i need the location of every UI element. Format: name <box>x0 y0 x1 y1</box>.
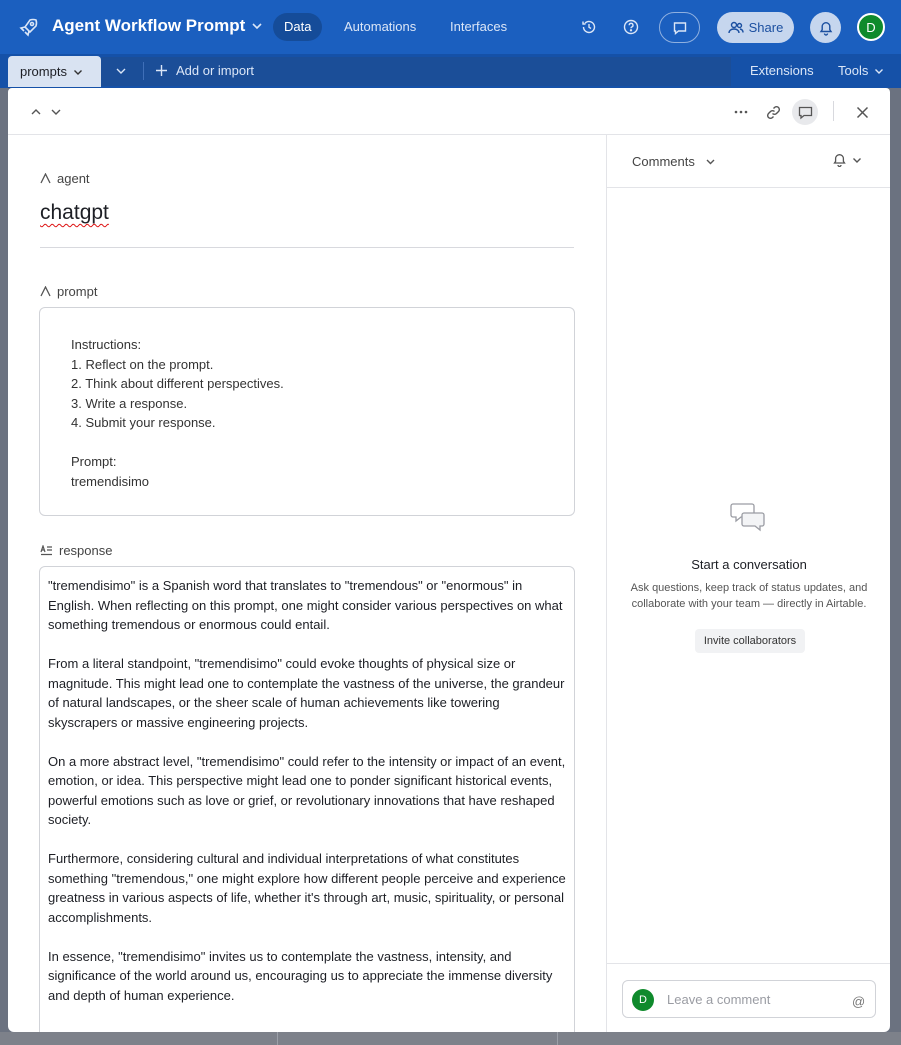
top-header: Agent Workflow Prompt Data Automations I… <box>0 0 901 54</box>
response-field-textarea[interactable]: "tremendisimo" is a Spanish word that tr… <box>39 566 575 1032</box>
tab-interfaces[interactable]: Interfaces <box>439 13 518 41</box>
comments-filter-dropdown[interactable]: Comments <box>632 154 716 169</box>
modal-header <box>8 88 890 135</box>
agent-field-input[interactable]: chatgpt <box>40 201 109 225</box>
response-paragraph: Furthermore, considering cultural and in… <box>48 851 566 925</box>
previous-record-chevron-up-icon[interactable] <box>26 102 46 122</box>
grid-line <box>277 1032 278 1045</box>
prompt-line: Prompt: <box>71 454 117 469</box>
bell-icon <box>819 21 832 36</box>
divider <box>833 101 834 121</box>
prompt-label: prompt <box>57 284 98 299</box>
close-icon[interactable] <box>852 102 872 122</box>
response-paragraph: On a more abstract level, "tremendisimo"… <box>48 753 566 828</box>
comments-title: Comments <box>632 154 695 169</box>
chevron-down-icon <box>706 159 715 165</box>
tab-data[interactable]: Data <box>273 13 323 41</box>
long-text-field-type-icon <box>40 545 52 556</box>
divider <box>143 62 144 80</box>
tools-label: Tools <box>838 63 869 78</box>
prompt-line: 2. Think about different perspectives. <box>71 376 284 391</box>
plus-icon <box>156 65 167 76</box>
agent-field-underline <box>40 247 574 248</box>
comment-icon <box>673 21 686 35</box>
field-label-agent: agent <box>40 171 90 186</box>
next-record-chevron-down-icon[interactable] <box>46 102 66 122</box>
record-fields: agent chatgpt prompt Instructions: 1. Re… <box>8 135 606 1032</box>
users-icon <box>727 21 744 33</box>
prompt-field-textarea[interactable]: Instructions: 1. Reflect on the prompt. … <box>39 307 575 516</box>
chevron-down-icon <box>875 68 884 74</box>
chevron-down-icon <box>853 158 861 163</box>
help-icon[interactable] <box>620 16 642 38</box>
add-or-import-label: Add or import <box>176 63 255 78</box>
chevron-down-icon <box>252 23 262 30</box>
base-title-text: Agent Workflow Prompt <box>52 16 246 35</box>
tab-automations[interactable]: Automations <box>333 13 427 41</box>
rocket-logo-icon[interactable] <box>17 17 39 39</box>
prompt-line: 4. Submit your response. <box>71 415 216 430</box>
conversation-icon <box>730 503 765 532</box>
text-field-type-icon <box>40 286 51 297</box>
share-button[interactable]: Share <box>717 12 794 43</box>
response-paragraph: "tremendisimo" is a Spanish word that tr… <box>48 578 563 632</box>
more-options-icon[interactable] <box>731 102 751 122</box>
chevron-down-icon <box>73 69 82 75</box>
field-label-response: response <box>40 543 112 558</box>
prompt-line: tremendisimo <box>71 473 150 489</box>
field-label-prompt: prompt <box>40 284 97 299</box>
empty-state-title: Start a conversation <box>691 557 807 572</box>
invite-collaborators-button[interactable]: Invite collaborators <box>695 629 805 653</box>
prompt-line: Instructions: <box>71 337 142 352</box>
notifications-button[interactable] <box>810 12 841 43</box>
extensions-button[interactable]: Extensions <box>750 63 814 78</box>
record-expanded-modal: agent chatgpt prompt Instructions: 1. Re… <box>8 88 890 1032</box>
agent-label: agent <box>57 171 90 186</box>
empty-state-description: Ask questions, keep track of status upda… <box>630 582 868 610</box>
comment-placeholder: Leave a comment <box>667 992 771 1007</box>
background-grid-strip <box>0 1032 901 1045</box>
text-field-type-icon <box>40 173 51 184</box>
all-tables-chevron-icon[interactable] <box>110 60 132 82</box>
mention-icon[interactable]: @ <box>852 994 865 1009</box>
toggle-comments-icon[interactable] <box>792 99 818 125</box>
response-label: response <box>59 543 113 558</box>
comment-input[interactable]: D Leave a comment @ <box>622 980 876 1018</box>
comment-composer: D Leave a comment @ <box>607 963 890 1032</box>
grid-line <box>557 1032 558 1045</box>
prompt-line: 1. Reflect on the prompt. <box>71 356 214 372</box>
add-or-import-button[interactable]: Add or import <box>155 63 254 78</box>
base-title[interactable]: Agent Workflow Prompt <box>52 16 263 36</box>
bell-icon <box>833 154 846 167</box>
table-tab-prompts[interactable]: prompts <box>8 56 101 87</box>
user-avatar[interactable]: D <box>857 13 885 41</box>
comments-panel: Comments Start a conversation Ask questi… <box>606 135 890 1032</box>
comments-header: Comments <box>607 135 890 188</box>
response-paragraph: From a literal standpoint, "tremendisimo… <box>48 656 565 730</box>
share-label: Share <box>748 20 784 35</box>
avatar: D <box>632 989 654 1011</box>
comment-notifications-dropdown[interactable] <box>833 153 862 167</box>
comments-toggle-button[interactable] <box>659 12 700 43</box>
history-icon[interactable] <box>578 16 600 38</box>
prompt-line: 3. Write a response. <box>71 395 188 411</box>
table-tab-label: prompts <box>20 64 67 79</box>
copy-link-icon[interactable] <box>763 102 783 122</box>
tools-button[interactable]: Tools <box>838 63 884 78</box>
response-paragraph: In essence, "tremendisimo" invites us to… <box>48 948 553 1003</box>
prompt-blank-line <box>71 433 543 453</box>
